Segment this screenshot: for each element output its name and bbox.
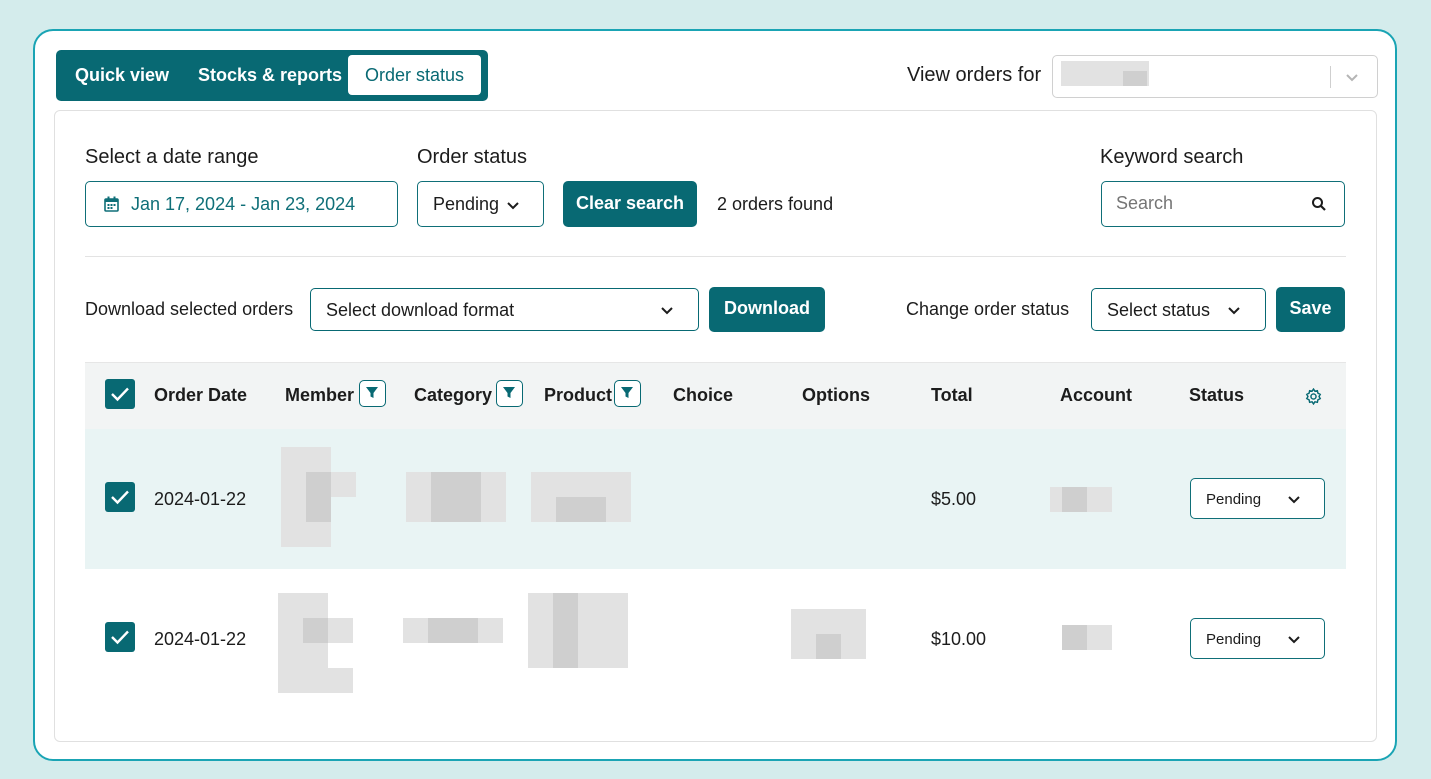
chevron-down-icon: [1344, 69, 1360, 90]
redacted-member: [278, 593, 328, 693]
view-tabs: Quick view Stocks & reports Order status: [56, 50, 488, 101]
select-all-checkbox[interactable]: [105, 379, 135, 409]
clear-search-button[interactable]: Clear search: [563, 181, 697, 227]
row-checkbox[interactable]: [105, 622, 135, 652]
redacted-member: [328, 618, 353, 643]
select-divider: [1330, 66, 1331, 88]
view-orders-select[interactable]: [1052, 55, 1378, 98]
order-status-filter-value: Pending: [433, 194, 500, 214]
chevron-down-icon: [1286, 631, 1302, 651]
redacted-product: [556, 497, 606, 522]
redacted-product: [553, 593, 578, 668]
filter-icon[interactable]: [614, 380, 641, 407]
column-header-total[interactable]: Total: [931, 385, 973, 406]
redacted-category: [428, 618, 478, 643]
row-status-select[interactable]: Pending: [1190, 618, 1325, 659]
column-header-category[interactable]: Category: [414, 385, 492, 406]
change-status-value: Select status: [1107, 300, 1211, 320]
redacted-member: [331, 472, 356, 497]
redacted-product: [528, 593, 628, 668]
column-header-account[interactable]: Account: [1060, 385, 1132, 406]
total-cell: $5.00: [931, 489, 977, 509]
order-date-cell: 2024-01-22: [154, 629, 247, 649]
chevron-down-icon: [505, 197, 521, 218]
redacted-options: [816, 634, 841, 659]
order-status-filter[interactable]: Pending: [417, 181, 544, 227]
tab-quick-view[interactable]: Quick view: [75, 50, 169, 101]
view-orders-label: View orders for: [907, 64, 1042, 86]
column-header-status[interactable]: Status: [1189, 385, 1244, 406]
date-range-label: Select a date range: [85, 146, 259, 168]
order-status-card: Quick view Stocks & reports Order status…: [33, 29, 1397, 761]
redacted-account: [1062, 625, 1087, 650]
redacted-account: [1062, 487, 1087, 512]
row-status-value: Pending: [1206, 631, 1262, 648]
column-header-order-date[interactable]: Order Date: [154, 385, 247, 406]
date-range-value: Jan 17, 2024 - Jan 23, 2024: [131, 194, 356, 214]
tab-stocks-reports[interactable]: Stocks & reports: [198, 50, 342, 101]
column-header-choice[interactable]: Choice: [673, 385, 733, 406]
gear-icon[interactable]: [1305, 387, 1322, 410]
filter-icon[interactable]: [496, 380, 523, 407]
change-status-label: Change order status: [906, 299, 1070, 319]
column-header-product[interactable]: Product: [544, 385, 612, 406]
search-icon[interactable]: [1311, 196, 1327, 217]
check-icon: [111, 630, 129, 645]
chevron-down-icon: [1286, 491, 1302, 511]
check-icon: [111, 387, 129, 402]
chevron-down-icon: [659, 302, 675, 323]
check-icon: [111, 490, 129, 505]
row-status-select[interactable]: Pending: [1190, 478, 1325, 519]
redacted-member: [306, 472, 331, 522]
redacted-category: [431, 472, 481, 522]
tab-order-status[interactable]: Order status: [348, 55, 481, 95]
table-row[interactable]: 2024-01-22 $10.00 Pending: [85, 569, 1346, 709]
redacted-value: [1123, 71, 1147, 86]
row-checkbox[interactable]: [105, 482, 135, 512]
table-header: Order Date Member Category Product Choic…: [85, 362, 1346, 429]
order-status-label: Order status: [417, 146, 528, 168]
date-range-picker[interactable]: Jan 17, 2024 - Jan 23, 2024: [85, 181, 398, 227]
keyword-search-field[interactable]: [1101, 181, 1345, 227]
download-button[interactable]: Download: [709, 287, 825, 332]
order-panel: Select a date range Jan 17, 2024 - Jan 2…: [54, 110, 1377, 742]
chevron-down-icon: [1226, 302, 1242, 323]
keyword-search-input[interactable]: [1116, 193, 1296, 214]
row-status-value: Pending: [1206, 491, 1262, 508]
order-date-cell: 2024-01-22: [154, 489, 247, 509]
table-row[interactable]: 2024-01-22 $5.00 Pending: [85, 429, 1346, 569]
redacted-member: [328, 668, 353, 693]
download-format-select[interactable]: Select download format: [310, 288, 699, 331]
calendar-icon: [104, 196, 119, 217]
total-cell: $10.00: [931, 629, 987, 649]
redacted-member: [303, 618, 328, 643]
section-divider: [85, 256, 1346, 257]
change-status-select[interactable]: Select status: [1091, 288, 1266, 331]
filter-icon[interactable]: [359, 380, 386, 407]
download-selected-label: Download selected orders: [85, 299, 294, 319]
save-button[interactable]: Save: [1276, 287, 1345, 332]
download-format-value: Select download format: [326, 300, 515, 320]
keyword-search-label: Keyword search: [1100, 146, 1244, 168]
column-header-options[interactable]: Options: [802, 385, 870, 406]
result-count: 2 orders found: [717, 194, 834, 214]
column-header-member[interactable]: Member: [285, 385, 354, 406]
